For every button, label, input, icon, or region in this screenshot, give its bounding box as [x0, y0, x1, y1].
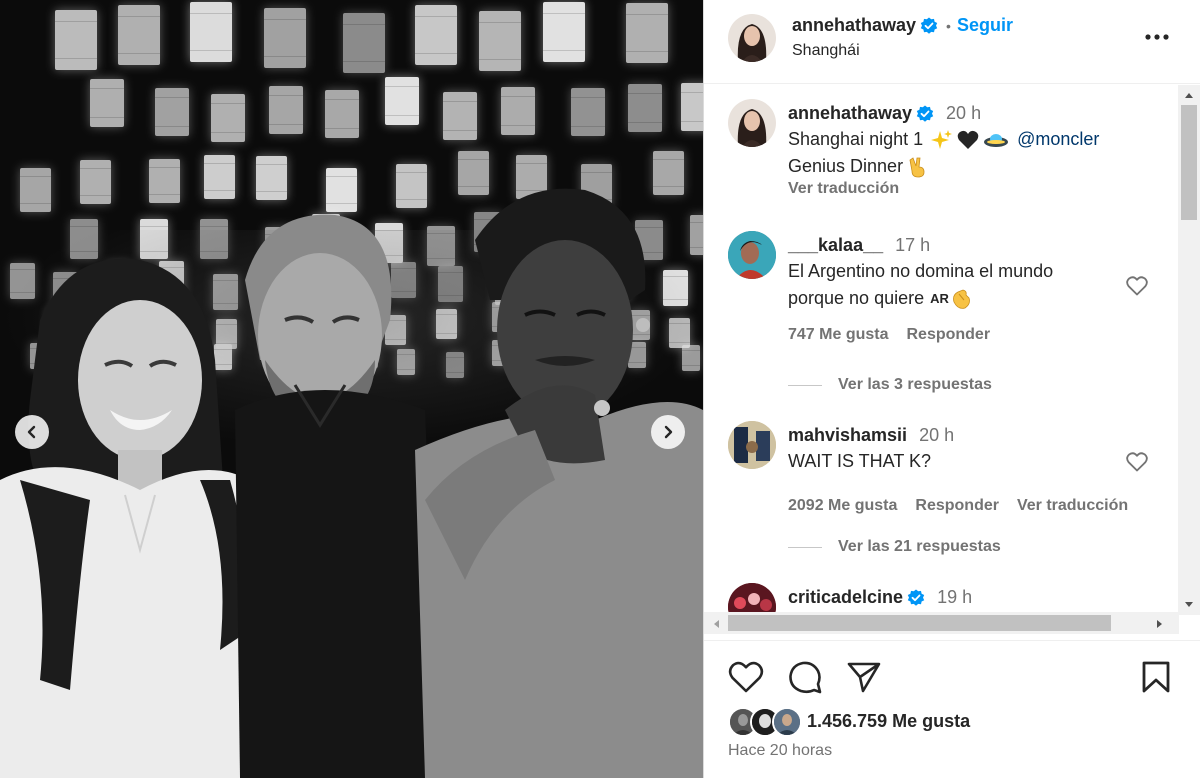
comment-text-line2: porque no quiere: [788, 288, 925, 308]
verified-badge-icon: [916, 105, 934, 122]
comment-likes[interactable]: 2092 Me gusta: [788, 497, 897, 515]
lantern: [149, 159, 180, 203]
comment-time[interactable]: 17 h: [895, 235, 930, 256]
chevron-left-icon: [27, 425, 36, 439]
lantern: [443, 92, 477, 140]
lantern: [501, 87, 535, 135]
black-heart-icon: [957, 130, 979, 149]
lantern: [479, 11, 521, 71]
author-avatar[interactable]: [728, 14, 776, 62]
view-replies-label: Ver las 3 respuestas: [838, 376, 992, 393]
caption-mention[interactable]: @moncler: [1017, 126, 1099, 153]
lantern: [20, 168, 51, 212]
chevron-right-icon: [664, 425, 673, 439]
vertical-scroll-thumb[interactable]: [1181, 105, 1197, 220]
lantern: [256, 156, 287, 200]
likes-count[interactable]: 1.456.759 Me gusta: [807, 711, 970, 732]
like-heart-icon[interactable]: [728, 661, 764, 693]
caption: annehathaway 20 h Shanghai night 1 @monc…: [788, 103, 1200, 198]
view-replies-label: Ver las 21 respuestas: [838, 538, 1001, 555]
separator-dot: •: [946, 17, 951, 34]
sparkles-icon: [931, 129, 953, 149]
like-comment-heart-icon[interactable]: [1126, 276, 1148, 296]
lantern: [571, 88, 605, 136]
flag-ar: AR: [930, 291, 949, 306]
comment-likes[interactable]: 747 Me gusta: [788, 326, 888, 344]
author-username[interactable]: annehathaway: [792, 15, 916, 36]
scroll-up-arrow-icon[interactable]: [1184, 91, 1194, 99]
scroll-right-arrow-icon[interactable]: [1156, 619, 1164, 629]
verified-badge-icon: [920, 17, 938, 34]
lantern: [628, 84, 662, 132]
comment-author[interactable]: criticadelcine: [788, 587, 903, 608]
translate-button[interactable]: Ver traducción: [1017, 497, 1128, 515]
post-photo[interactable]: [0, 0, 703, 778]
reply-button[interactable]: Responder: [906, 326, 990, 344]
caption-text-line1: Shanghai night 1: [788, 129, 924, 149]
post-side-panel: annehathaway • Seguir Shanghái annehatha…: [703, 0, 1200, 778]
lantern: [211, 94, 245, 142]
comment: criticadelcine 19 h: [788, 587, 1200, 608]
comments-list[interactable]: annehathaway 20 h Shanghai night 1 @monc…: [704, 85, 1200, 637]
caption-translate-link[interactable]: Ver traducción: [788, 180, 1200, 198]
comment-time[interactable]: 20 h: [919, 425, 954, 446]
more-options-icon[interactable]: [1144, 32, 1170, 42]
lantern: [204, 155, 235, 199]
liker-avatar: [772, 707, 802, 737]
comment-bubble-icon[interactable]: [788, 660, 822, 694]
lantern: [264, 8, 306, 68]
comment-avatar[interactable]: [728, 421, 776, 469]
lantern: [155, 88, 189, 136]
lantern: [118, 5, 160, 65]
lantern: [543, 2, 585, 62]
lantern: [325, 90, 359, 138]
lantern: [626, 3, 668, 63]
lantern: [80, 160, 111, 204]
lantern: [415, 5, 457, 65]
lantern: [343, 13, 385, 73]
lantern: [190, 2, 232, 62]
carousel-next-button[interactable]: [651, 415, 685, 449]
victory-hand-icon: [909, 156, 925, 177]
replies-line: [788, 546, 822, 548]
post-time[interactable]: Hace 20 horas: [728, 742, 832, 760]
carousel-prev-button[interactable]: [15, 415, 49, 449]
view-replies-button[interactable]: Ver las 21 respuestas: [788, 538, 1001, 556]
lantern: [385, 77, 419, 125]
verified-badge-icon: [907, 589, 925, 606]
reply-button[interactable]: Responder: [915, 497, 999, 515]
likers-avatars[interactable]: [728, 707, 804, 737]
post-location[interactable]: Shanghái: [792, 42, 860, 60]
scroll-down-arrow-icon[interactable]: [1184, 601, 1194, 609]
save-bookmark-icon[interactable]: [1141, 661, 1171, 693]
post-actions-bar: 1.456.759 Me gusta Hace 20 horas: [704, 640, 1200, 778]
caption-time[interactable]: 20 h: [946, 103, 981, 124]
lantern: [90, 79, 124, 127]
comment-author[interactable]: ___kalaa__: [788, 235, 883, 256]
replies-line: [788, 384, 822, 386]
lantern: [55, 10, 97, 70]
caption-author-avatar[interactable]: [728, 99, 776, 147]
comment-avatar[interactable]: [728, 231, 776, 279]
comment-time[interactable]: 19 h: [937, 587, 972, 608]
comments-horizontal-scrollbar[interactable]: [704, 612, 1179, 634]
caption-text-line2: Genius Dinner: [788, 156, 904, 176]
lantern: [681, 83, 703, 131]
lantern: [269, 86, 303, 134]
flying-saucer-icon: [984, 133, 1009, 147]
share-send-icon[interactable]: [847, 661, 881, 693]
like-comment-heart-icon[interactable]: [1126, 452, 1148, 472]
comment-author[interactable]: mahvishamsii: [788, 425, 907, 446]
clapping-hands-icon: [952, 289, 970, 309]
horizontal-scroll-thumb[interactable]: [728, 615, 1111, 631]
view-replies-button[interactable]: Ver las 3 respuestas: [788, 376, 992, 394]
lantern: [326, 168, 357, 212]
post-header: annehathaway • Seguir Shanghái: [704, 0, 1200, 84]
caption-author[interactable]: annehathaway: [788, 103, 912, 124]
comments-vertical-scrollbar[interactable]: [1178, 85, 1200, 615]
scroll-left-arrow-icon[interactable]: [712, 619, 720, 629]
person-right: [415, 188, 703, 778]
follow-button[interactable]: Seguir: [957, 15, 1013, 36]
